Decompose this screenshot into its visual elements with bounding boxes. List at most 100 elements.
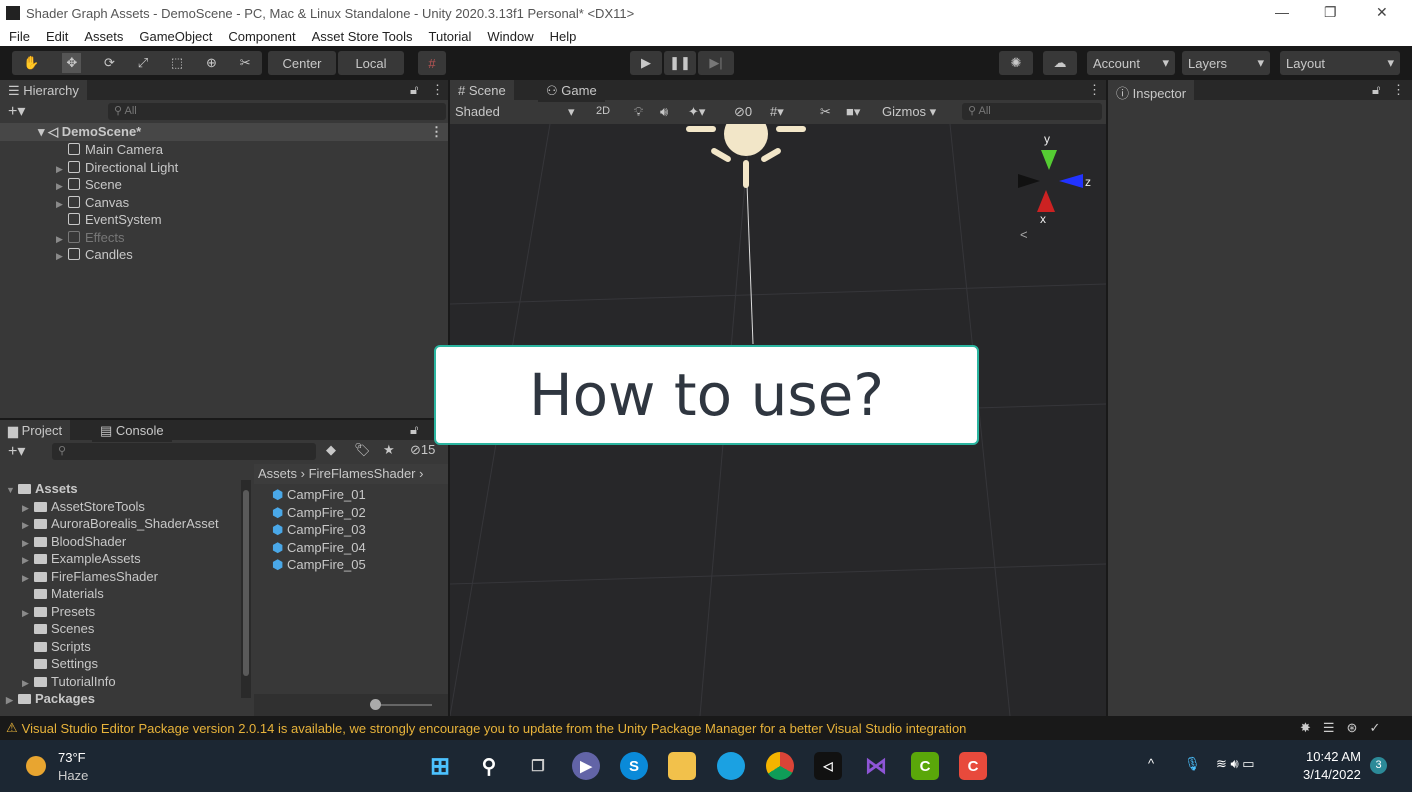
lock-icon[interactable]: 🔓︎ bbox=[410, 82, 418, 98]
audio-icon[interactable]: 🔊︎ bbox=[660, 104, 668, 120]
folder-tree-scrollbar[interactable] bbox=[241, 480, 251, 698]
status-icons[interactable]: ✸☰⊛✓ bbox=[1300, 720, 1392, 736]
cloud-icon[interactable]: ☁ bbox=[1043, 51, 1077, 75]
camtasia-green-icon[interactable]: C bbox=[911, 752, 939, 780]
minimize-button[interactable]: — bbox=[1275, 4, 1289, 20]
scrollbar-thumb[interactable] bbox=[243, 490, 249, 676]
hierarchy-item[interactable]: ▶ Canvas bbox=[56, 194, 178, 212]
y-axis-cone[interactable] bbox=[1041, 150, 1057, 170]
filter-by-type-icon[interactable]: ◆ bbox=[326, 442, 336, 458]
lock-icon[interactable]: 🔓︎ bbox=[1372, 82, 1380, 98]
breadcrumb-assets[interactable]: Assets bbox=[258, 466, 297, 481]
more-icon[interactable]: ⋮ bbox=[431, 82, 444, 98]
account-dropdown[interactable]: Account ▾ bbox=[1087, 51, 1175, 75]
menu-gameobject[interactable]: GameObject bbox=[130, 29, 219, 44]
network-icons[interactable]: ≋ 🔊︎ ▭ bbox=[1216, 756, 1255, 772]
slider-handle[interactable] bbox=[370, 699, 381, 710]
menu-window[interactable]: Window bbox=[478, 29, 540, 44]
hierarchy-item[interactable]: ▶ Scene bbox=[56, 176, 178, 194]
shading-mode-dropdown[interactable]: Shaded bbox=[455, 104, 500, 119]
close-button[interactable]: ✕ bbox=[1376, 4, 1388, 21]
tab-console[interactable]: ▤ Console bbox=[92, 420, 172, 442]
more-icon[interactable]: ⋮ bbox=[1392, 82, 1405, 98]
show-hidden-icons[interactable]: ^ bbox=[1148, 756, 1154, 771]
weather-temp[interactable]: 73°F bbox=[58, 750, 86, 765]
lighting-icon[interactable]: 💡︎ bbox=[634, 104, 643, 120]
menu-asset-store-tools[interactable]: Asset Store Tools bbox=[303, 29, 420, 44]
weather-sun-icon[interactable] bbox=[26, 756, 46, 776]
hierarchy-item[interactable]: ▶ Directional Light bbox=[56, 159, 178, 177]
asset-item[interactable]: ⬢ CampFire_03 bbox=[272, 521, 366, 539]
menu-file[interactable]: File bbox=[0, 29, 37, 44]
tab-hierarchy[interactable]: ☰ Hierarchy bbox=[0, 80, 87, 102]
restore-button[interactable]: ❐ bbox=[1324, 4, 1337, 21]
chrome-icon[interactable] bbox=[766, 752, 794, 780]
more-icon[interactable]: ⋮ bbox=[1088, 82, 1101, 98]
microphone-icon[interactable]: 🎙︎ bbox=[1184, 756, 1201, 772]
skype-icon[interactable]: S bbox=[620, 752, 648, 780]
hidden-objects-icon[interactable]: ⊘0 bbox=[734, 104, 752, 120]
project-search-input[interactable]: ⚲ bbox=[52, 443, 316, 460]
menu-help[interactable]: Help bbox=[541, 29, 584, 44]
tab-scene[interactable]: # Scene bbox=[450, 80, 514, 102]
folder-item[interactable]: ▶ Presets bbox=[6, 603, 240, 621]
hierarchy-item[interactable]: Main Camera bbox=[56, 141, 178, 159]
pivot-center-button[interactable]: Center bbox=[268, 51, 336, 75]
hierarchy-item[interactable]: ▶ Effects bbox=[56, 229, 178, 247]
weather-condition[interactable]: Haze bbox=[58, 768, 88, 783]
search-icon[interactable]: ⚲ bbox=[475, 752, 503, 780]
teams-chat-icon[interactable]: ▶ bbox=[572, 752, 600, 780]
transform-tool-icon[interactable]: ⊕ bbox=[206, 55, 217, 71]
scale-tool-icon[interactable]: ⤢ bbox=[138, 55, 148, 71]
edge-icon[interactable] bbox=[717, 752, 745, 780]
menu-component[interactable]: Component bbox=[219, 29, 302, 44]
hierarchy-item[interactable]: ▶ Candles bbox=[56, 246, 178, 264]
snap-icon[interactable]: # bbox=[418, 51, 446, 75]
pause-button[interactable]: ❚❚ bbox=[664, 51, 696, 75]
more-icon[interactable]: ⋮ bbox=[430, 123, 443, 141]
orientation-gizmo[interactable]: y z x < bbox=[1015, 132, 1095, 242]
folder-item[interactable]: ▶ AssetStoreTools bbox=[6, 498, 240, 516]
folder-item[interactable]: ▶ TutorialInfo bbox=[6, 673, 240, 691]
unity-icon[interactable]: ◁ bbox=[814, 752, 842, 780]
play-button[interactable]: ▶ bbox=[630, 51, 662, 75]
asset-item[interactable]: ⬢ CampFire_02 bbox=[272, 504, 366, 522]
folder-item[interactable]: ▶ ExampleAssets bbox=[6, 550, 240, 568]
visual-studio-icon[interactable]: ⋈ bbox=[862, 752, 890, 780]
favorites-icon[interactable]: ★ bbox=[383, 442, 395, 458]
layers-dropdown[interactable]: Layers ▾ bbox=[1182, 51, 1270, 75]
rotate-tool-icon[interactable]: ⟳ bbox=[104, 55, 115, 71]
notification-badge[interactable]: 3 bbox=[1370, 757, 1387, 774]
status-bar[interactable]: ⚠ Visual Studio Editor Package version 2… bbox=[0, 716, 1412, 740]
tools-icon[interactable]: ✂ bbox=[820, 104, 831, 120]
menu-edit[interactable]: Edit bbox=[37, 29, 75, 44]
x-axis-cone[interactable] bbox=[1037, 190, 1055, 212]
label-icon[interactable]: 🏷︎ bbox=[354, 442, 371, 458]
start-icon[interactable]: ⊞ bbox=[426, 752, 454, 780]
folder-item[interactable]: Settings bbox=[6, 655, 240, 673]
hierarchy-item[interactable]: EventSystem bbox=[56, 211, 178, 229]
layout-dropdown[interactable]: Layout ▾ bbox=[1280, 51, 1400, 75]
icon-size-slider[interactable] bbox=[372, 704, 432, 706]
perspective-icon[interactable]: < bbox=[1020, 227, 1028, 242]
folder-item[interactable]: ▶ FireFlamesShader bbox=[6, 568, 240, 586]
tab-project[interactable]: ▆ Project bbox=[0, 420, 71, 442]
asset-item[interactable]: ⬢ CampFire_04 bbox=[272, 539, 366, 557]
clock-date[interactable]: 3/14/2022 bbox=[1303, 767, 1361, 782]
camera-icon[interactable]: ■▾ bbox=[846, 104, 860, 120]
folder-item[interactable]: ▼ Assets bbox=[6, 480, 240, 498]
task-view-icon[interactable]: ❐ bbox=[524, 752, 552, 780]
hand-tool-icon[interactable]: ✋ bbox=[23, 55, 39, 71]
asset-item[interactable]: ⬢ CampFire_05 bbox=[272, 556, 366, 574]
hierarchy-search-input[interactable]: ⚲ All bbox=[108, 103, 446, 120]
create-dropdown[interactable]: +▾ bbox=[8, 441, 25, 461]
menu-assets[interactable]: Assets bbox=[75, 29, 130, 44]
breadcrumb-fireflamesshader[interactable]: FireFlamesShader bbox=[309, 466, 416, 481]
lock-icon[interactable]: 🔓︎ bbox=[410, 422, 418, 438]
asset-item[interactable]: ⬢ CampFire_01 bbox=[272, 486, 366, 504]
add-dropdown[interactable]: +▾ bbox=[8, 101, 25, 121]
scene-search-input[interactable]: ⚲ All bbox=[962, 103, 1102, 120]
neg-x-cone[interactable] bbox=[1018, 174, 1040, 188]
folder-item[interactable]: ▶ AuroraBorealis_ShaderAsset bbox=[6, 515, 240, 533]
folder-item[interactable]: Materials bbox=[6, 585, 240, 603]
